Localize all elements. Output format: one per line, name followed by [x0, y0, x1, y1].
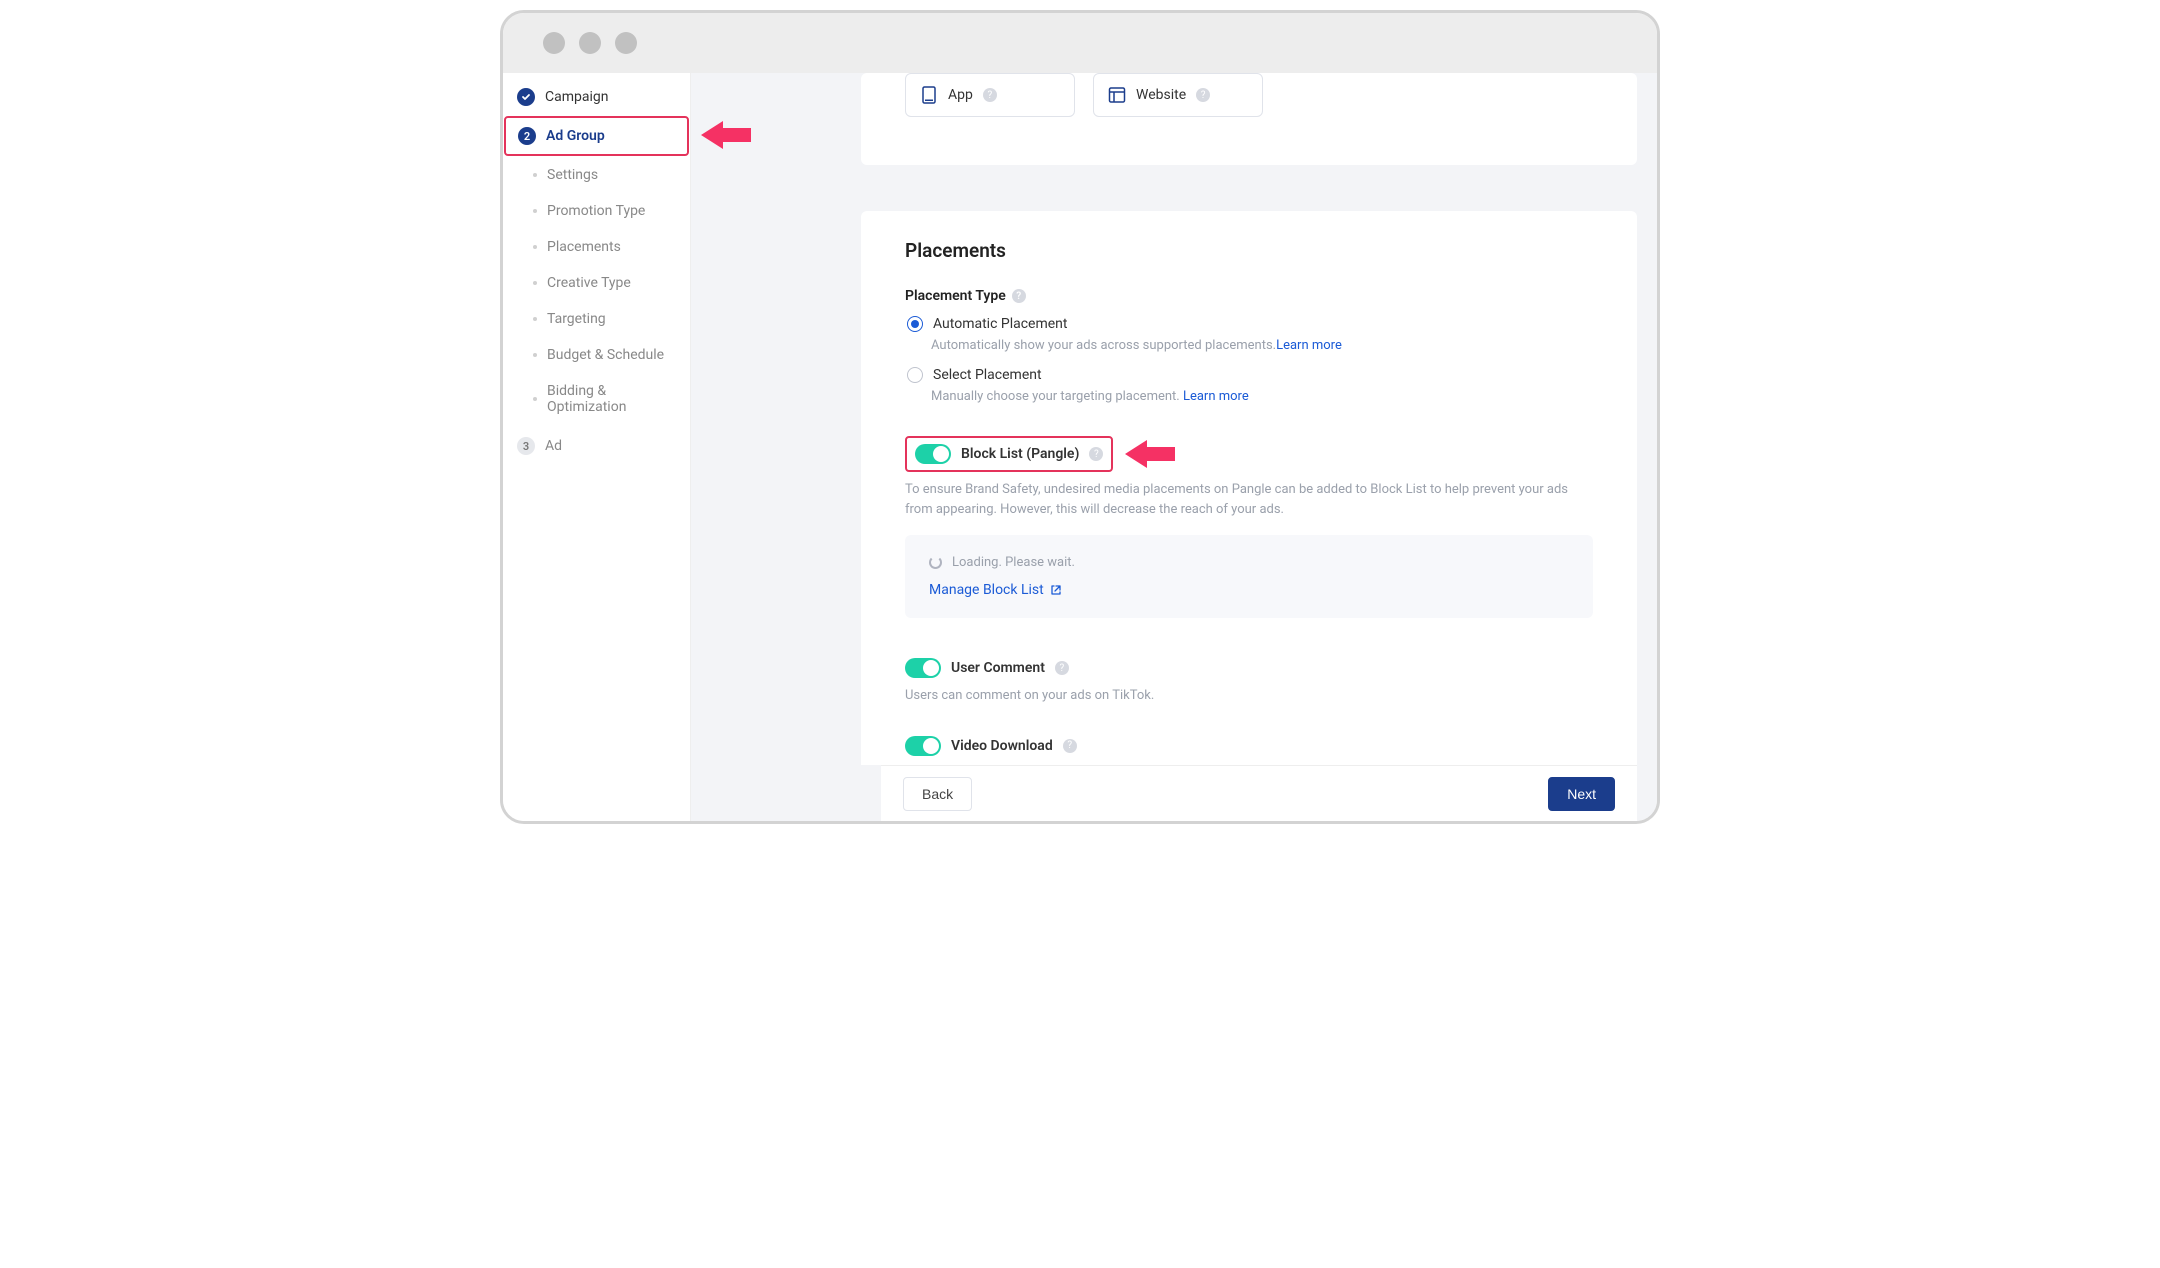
sidebar-sub-creative-type[interactable]: Creative Type: [503, 265, 690, 301]
user-comment-label: User Comment: [951, 660, 1045, 676]
help-icon[interactable]: ?: [983, 88, 997, 102]
manage-block-list-link[interactable]: Manage Block List: [929, 582, 1569, 598]
footer-bar: Back Next: [881, 765, 1637, 821]
sidebar-sub-promotion-type[interactable]: Promotion Type: [503, 193, 690, 229]
sidebar-step-ad-group[interactable]: 2 Ad Group: [504, 116, 689, 156]
placement-radio-select[interactable]: Select Placement: [905, 367, 1593, 383]
sidebar-step-label: Ad: [545, 438, 562, 454]
sidebar-sub-targeting[interactable]: Targeting: [503, 301, 690, 337]
block-list-desc: To ensure Brand Safety, undesired media …: [905, 480, 1593, 519]
mobile-icon: [920, 86, 938, 104]
sidebar-sub-bidding[interactable]: Bidding & Optimization: [503, 373, 690, 425]
user-comment-toggle-row: User Comment ?: [905, 658, 1593, 678]
external-link-icon: [1050, 584, 1062, 596]
sidebar-sub-placements[interactable]: Placements: [503, 229, 690, 265]
next-button[interactable]: Next: [1548, 777, 1615, 811]
website-icon: [1108, 86, 1126, 104]
block-list-label: Block List (Pangle): [961, 446, 1079, 462]
placement-select-desc: Manually choose your targeting placement…: [905, 389, 1593, 404]
video-download-label: Video Download: [951, 738, 1053, 754]
sidebar: Campaign 2 Ad Group Settings Promotion T…: [503, 73, 691, 821]
traffic-light-dot: [543, 32, 565, 54]
help-icon[interactable]: ?: [1055, 661, 1069, 675]
sidebar-sub-label: Promotion Type: [547, 203, 645, 219]
block-list-toggle[interactable]: [915, 444, 951, 464]
step-number-badge: 3: [517, 437, 535, 455]
back-button[interactable]: Back: [903, 777, 972, 811]
sidebar-sub-label: Settings: [547, 167, 598, 183]
help-icon[interactable]: ?: [1063, 739, 1077, 753]
loading-text: Loading. Please wait.: [952, 555, 1075, 570]
promotion-type-label: App: [948, 87, 973, 103]
annotation-arrow-icon: [701, 121, 751, 149]
spinner-icon: [929, 556, 942, 569]
sidebar-sub-label: Creative Type: [547, 275, 631, 291]
sidebar-sub-label: Targeting: [547, 311, 606, 327]
block-list-panel: Loading. Please wait. Manage Block List: [905, 535, 1593, 618]
radio-icon: [907, 367, 923, 383]
help-icon[interactable]: ?: [1089, 447, 1103, 461]
sidebar-step-label: Ad Group: [546, 128, 605, 144]
traffic-light-dot: [579, 32, 601, 54]
sidebar-sub-label: Bidding & Optimization: [547, 383, 676, 415]
user-comment-toggle[interactable]: [905, 658, 941, 678]
placement-auto-desc: Automatically show your ads across suppo…: [905, 338, 1593, 353]
checkmark-icon: [517, 88, 535, 106]
sidebar-step-label: Campaign: [545, 89, 608, 105]
sidebar-sub-label: Placements: [547, 239, 621, 255]
help-icon[interactable]: ?: [1012, 289, 1026, 303]
placement-type-label: Placement Type ?: [905, 288, 1593, 304]
sidebar-sub-budget[interactable]: Budget & Schedule: [503, 337, 690, 373]
learn-more-link[interactable]: Learn more: [1276, 338, 1342, 353]
radio-label: Select Placement: [933, 367, 1042, 383]
radio-icon: [907, 316, 923, 332]
promotion-type-app[interactable]: App ?: [905, 73, 1075, 117]
video-download-toggle-row: Video Download ?: [905, 736, 1593, 756]
browser-titlebar: [503, 13, 1657, 73]
sidebar-sub-settings[interactable]: Settings: [503, 157, 690, 193]
video-download-toggle[interactable]: [905, 736, 941, 756]
step-number-badge: 2: [518, 127, 536, 145]
section-title-placements: Placements: [905, 239, 1593, 262]
sidebar-step-ad[interactable]: 3 Ad: [503, 425, 690, 464]
promotion-type-website[interactable]: Website ?: [1093, 73, 1263, 117]
annotation-arrow-icon: [1125, 440, 1175, 468]
loading-indicator: Loading. Please wait.: [929, 555, 1569, 570]
sidebar-sub-label: Budget & Schedule: [547, 347, 664, 363]
help-icon[interactable]: ?: [1196, 88, 1210, 102]
radio-label: Automatic Placement: [933, 316, 1068, 332]
learn-more-link[interactable]: Learn more: [1183, 389, 1249, 404]
user-comment-desc: Users can comment on your ads on TikTok.: [905, 686, 1593, 706]
block-list-toggle-row: Block List (Pangle) ?: [905, 436, 1113, 472]
traffic-light-dot: [615, 32, 637, 54]
placement-radio-automatic[interactable]: Automatic Placement: [905, 316, 1593, 332]
sidebar-step-campaign[interactable]: Campaign: [503, 79, 690, 115]
promotion-type-label: Website: [1136, 87, 1186, 103]
